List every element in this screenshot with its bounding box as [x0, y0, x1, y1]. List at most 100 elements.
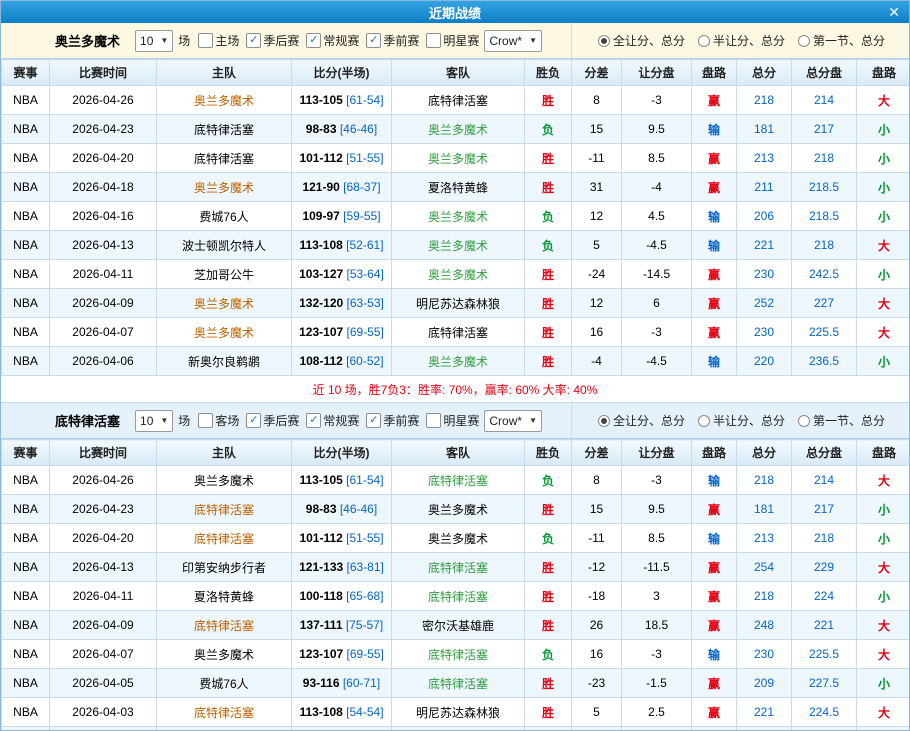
stat-mode-radio[interactable]: 第一节、总分 — [798, 412, 885, 429]
home-team-cell: 底特律活塞 — [157, 698, 292, 727]
radio-label: 第一节、总分 — [813, 32, 885, 49]
score-cell: 101-112 [51-55] — [292, 524, 392, 553]
total-line-cell: 218 — [792, 231, 857, 260]
checkbox-checked-icon[interactable]: ✓ — [366, 413, 381, 428]
game-row: NBA2026-04-18奥兰多魔术121-90 [68-37]夏洛特黄蜂胜31… — [2, 173, 910, 202]
final-score: 113-105 — [299, 93, 342, 107]
checkbox-checked-icon[interactable]: ✓ — [246, 33, 261, 48]
checkbox-checked-icon[interactable]: ✓ — [246, 413, 261, 428]
column-header: 赛事 — [2, 60, 50, 86]
total-line-cell: 221 — [792, 611, 857, 640]
home-team-cell: 奥兰多魔术 — [157, 640, 292, 669]
away-team-cell: 底特律活塞 — [392, 582, 525, 611]
total-result-cell: 小 — [857, 144, 910, 173]
handicap-result-cell: 赢 — [692, 495, 737, 524]
point-diff-cell: 31 — [572, 173, 622, 202]
checkbox-unchecked-icon[interactable] — [426, 413, 441, 428]
game-row: NBA2026-04-09底特律活塞137-111 [75-57]密尔沃基雄鹿胜… — [2, 611, 910, 640]
point-diff-cell: 5 — [572, 231, 622, 260]
stat-mode-radio[interactable]: 半让分、总分 — [698, 412, 785, 429]
radio-label: 第一节、总分 — [813, 412, 885, 429]
filter-checkbox[interactable]: ✓常规赛 — [306, 412, 359, 429]
chevron-down-icon: ▼ — [160, 416, 168, 425]
total-result-cell: 小 — [857, 202, 910, 231]
point-diff-cell: -23 — [572, 669, 622, 698]
checkbox-label: 客场 — [215, 412, 239, 429]
filter-checkbox[interactable]: 明星赛 — [426, 32, 479, 49]
game-row: NBA2026-04-11芝加哥公牛103-127 [53-64]奥兰多魔术胜-… — [2, 260, 910, 289]
filter-checkbox[interactable]: ✓季后赛 — [246, 412, 299, 429]
final-score: 101-112 — [299, 151, 342, 165]
column-header: 客队 — [392, 440, 525, 466]
checkbox-unchecked-icon[interactable] — [426, 33, 441, 48]
games-count-select[interactable]: 10 ▼ — [135, 410, 173, 432]
radio-icon[interactable] — [698, 35, 710, 47]
final-score: 123-107 — [299, 325, 343, 339]
stat-mode-radio[interactable]: 第一节、总分 — [798, 32, 885, 49]
total-line-cell: 214 — [792, 466, 857, 495]
games-unit-label: 场 — [178, 412, 190, 429]
radio-selected-icon[interactable] — [598, 415, 610, 427]
filter-checkbox[interactable]: ✓季后赛 — [246, 32, 299, 49]
point-diff-cell: 8 — [572, 466, 622, 495]
filter-checkbox[interactable]: 主场 — [198, 32, 239, 49]
halftime-score: [69-55] — [343, 325, 384, 339]
radio-icon[interactable] — [698, 415, 710, 427]
handicap-result-cell: 赢 — [692, 669, 737, 698]
games-count-select[interactable]: 10 ▼ — [135, 30, 173, 52]
total-line-cell: 236.5 — [792, 347, 857, 376]
halftime-score: [65-68] — [343, 589, 384, 603]
odds-company-select[interactable]: Crow* ▼ — [484, 410, 542, 432]
column-header: 总分 — [737, 440, 792, 466]
radio-selected-icon[interactable] — [598, 35, 610, 47]
point-diff-cell: 15 — [572, 115, 622, 144]
halftime-score: [61-54] — [343, 473, 384, 487]
handicap-line-cell: -3 — [622, 86, 692, 115]
checkbox-checked-icon[interactable]: ✓ — [306, 33, 321, 48]
halftime-score: [68-37] — [340, 180, 381, 194]
checkbox-checked-icon[interactable]: ✓ — [306, 413, 321, 428]
checkbox-unchecked-icon[interactable] — [198, 33, 213, 48]
halftime-score: [54-54] — [343, 705, 384, 719]
handicap-line-cell: -3 — [622, 640, 692, 669]
column-header: 赛事 — [2, 440, 50, 466]
odds-company-select[interactable]: Crow* ▼ — [484, 30, 542, 52]
home-team-cell: 底特律活塞 — [157, 727, 292, 731]
filter-checkbox-group: 主场 ✓季后赛 ✓常规赛 ✓季前赛明星赛 — [195, 32, 479, 49]
league-cell: NBA — [2, 115, 50, 144]
game-row: NBA2026-04-13印第安纳步行者121-133 [63-81]底特律活塞… — [2, 553, 910, 582]
result-cell: 负 — [525, 202, 572, 231]
date-cell: 2026-04-20 — [50, 524, 157, 553]
checkbox-checked-icon[interactable]: ✓ — [366, 33, 381, 48]
league-cell: NBA — [2, 582, 50, 611]
radio-icon[interactable] — [798, 35, 810, 47]
result-cell: 负 — [525, 640, 572, 669]
handicap-result-cell: 赢 — [692, 553, 737, 582]
stat-mode-radio[interactable]: 全让分、总分 — [598, 32, 685, 49]
total-line-cell: 224.5 — [792, 698, 857, 727]
close-icon[interactable]: ✕ — [888, 3, 900, 21]
filter-checkbox[interactable]: ✓常规赛 — [306, 32, 359, 49]
total-points-cell: 218 — [737, 582, 792, 611]
handicap-line-cell: -4.5 — [622, 231, 692, 260]
result-cell: 胜 — [525, 260, 572, 289]
column-header: 分差 — [572, 60, 622, 86]
stat-mode-radio[interactable]: 半让分、总分 — [698, 32, 785, 49]
result-cell: 胜 — [525, 582, 572, 611]
filter-checkbox[interactable]: 客场 — [198, 412, 239, 429]
checkbox-unchecked-icon[interactable] — [198, 413, 213, 428]
stat-mode-radio[interactable]: 全让分、总分 — [598, 412, 685, 429]
filter-checkbox[interactable]: ✓季前赛 — [366, 412, 419, 429]
total-points-cell: 220 — [737, 347, 792, 376]
column-header: 盘路 — [857, 60, 910, 86]
game-row: NBA2026-04-26奥兰多魔术113-105 [61-54]底特律活塞胜8… — [2, 86, 910, 115]
home-team-cell: 夏洛特黄蜂 — [157, 582, 292, 611]
league-cell: NBA — [2, 260, 50, 289]
league-cell: NBA — [2, 347, 50, 376]
handicap-line-cell: 18.5 — [622, 611, 692, 640]
filter-checkbox[interactable]: ✓季前赛 — [366, 32, 419, 49]
filter-checkbox[interactable]: 明星赛 — [426, 412, 479, 429]
away-team-cell: 夏洛特黄蜂 — [392, 173, 525, 202]
radio-icon[interactable] — [798, 415, 810, 427]
final-score: 113-108 — [299, 705, 342, 719]
